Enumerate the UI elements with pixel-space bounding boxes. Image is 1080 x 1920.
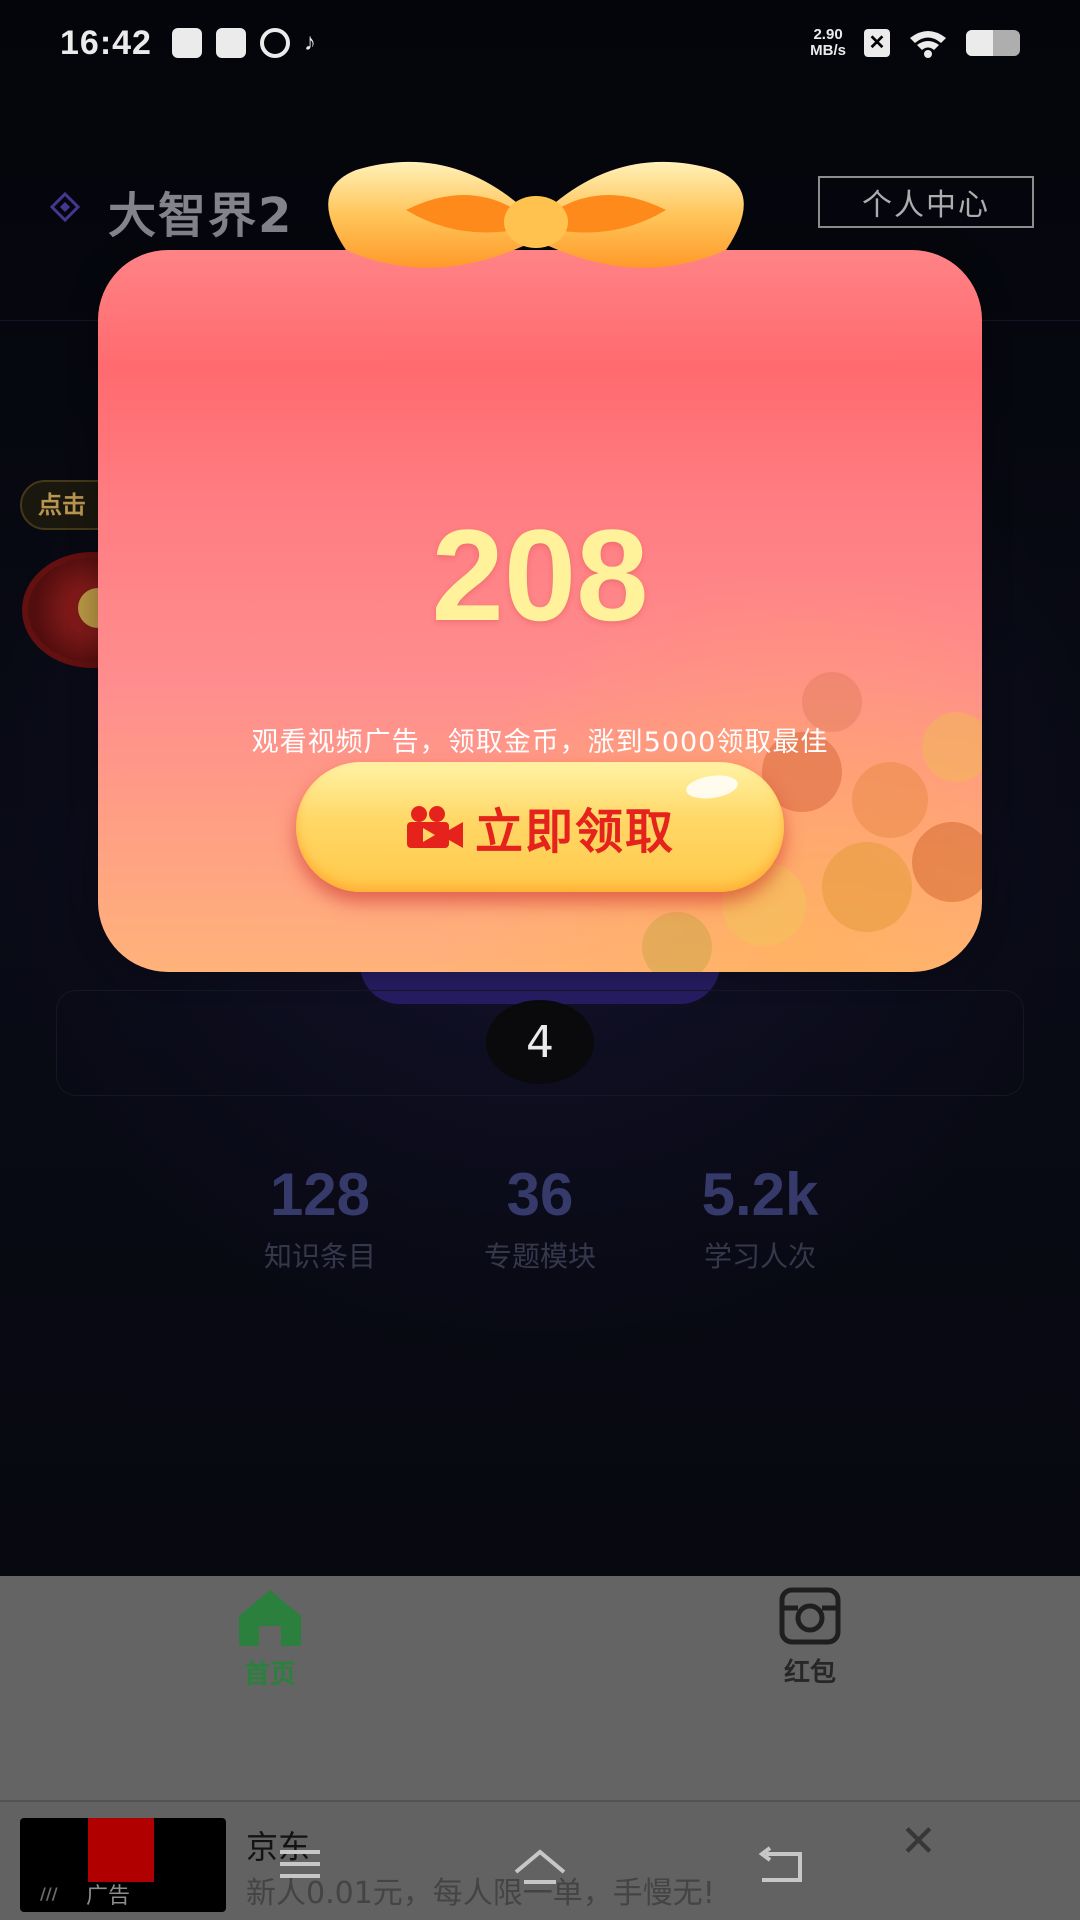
gift-bow-icon bbox=[328, 161, 744, 268]
gift-description: 观看视频广告，领取金币，涨到5000领取最佳 bbox=[251, 727, 829, 758]
gift-popup: 208 观看视频广告，领取金币，涨到5000领取最佳 立即领取 bbox=[98, 250, 982, 972]
video-camera-icon bbox=[406, 806, 463, 848]
gift-amount: 208 bbox=[431, 502, 649, 648]
claim-button-label: 立即领取 bbox=[474, 804, 675, 860]
claim-button[interactable]: 立即领取 bbox=[296, 762, 784, 892]
